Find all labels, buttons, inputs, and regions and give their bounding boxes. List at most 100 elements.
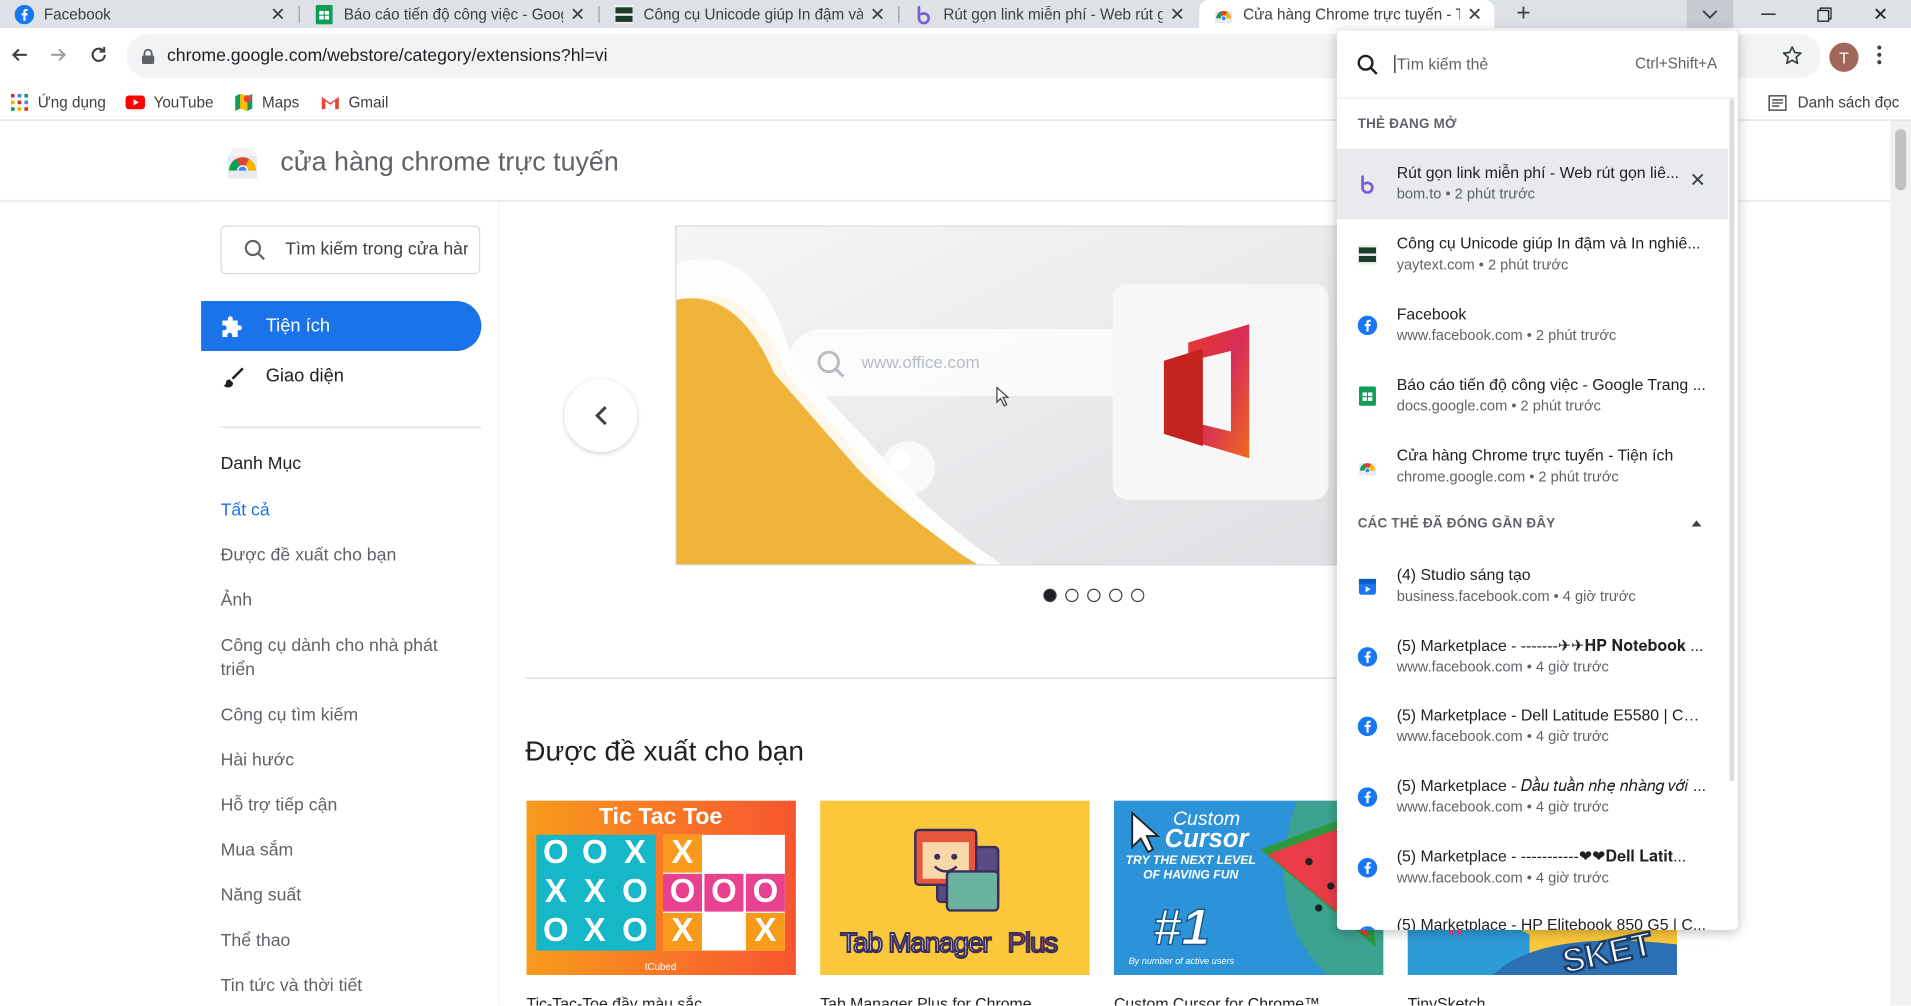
carousel-dot[interactable] [1131, 588, 1145, 603]
new-tab-button[interactable]: + [1511, 0, 1535, 28]
back-button[interactable] [5, 40, 34, 69]
tab-sheets[interactable]: Báo cáo tiến độ công việc - Goog ✕ [300, 0, 597, 28]
carousel-dot[interactable] [1109, 588, 1123, 603]
featured-banner[interactable]: www.office.com [675, 225, 1358, 566]
extension-card-tab-manager[interactable]: Tab Manager Plus [820, 800, 1090, 975]
svg-text:O: O [543, 911, 569, 948]
svg-text:X: X [624, 833, 646, 870]
chevron-left-icon [595, 406, 607, 426]
close-icon[interactable]: ✕ [1465, 3, 1485, 25]
carousel-dot[interactable] [1065, 588, 1079, 603]
bookmark-star-button[interactable] [1782, 45, 1803, 72]
category-item[interactable]: Hài hước [221, 748, 477, 772]
carousel-dots [1043, 588, 1145, 603]
category-item[interactable]: Tất cả [221, 498, 477, 522]
store-title[interactable]: cửa hàng chrome trực tuyến [280, 146, 618, 178]
nav-extensions[interactable]: Tiện ích [201, 301, 482, 351]
facebook-icon [1357, 716, 1378, 737]
category-item[interactable]: Được đề xuất cho bạn [221, 544, 477, 568]
profile-avatar[interactable]: T [1829, 42, 1859, 72]
extension-card-tictactoe[interactable]: Tic Tac Toe OOX XXO OXO XOOOXX tCubed [526, 800, 796, 975]
banner-art: www.office.com [676, 226, 1357, 565]
tab-webstore[interactable]: Cửa hàng Chrome trực tuyến - Ti ✕ [1199, 0, 1495, 29]
store-search-box[interactable] [220, 225, 481, 275]
card-art-title-2: Cursor [1165, 825, 1251, 853]
search-icon [1357, 54, 1378, 75]
close-icon[interactable]: ✕ [568, 3, 588, 25]
reload-icon [91, 46, 106, 62]
open-tab-item[interactable]: Rút gọn link miễn phí - Web rút gọn liê.… [1336, 148, 1729, 220]
tab-search-button[interactable] [1686, 0, 1734, 29]
reload-button[interactable] [84, 40, 113, 69]
svg-text:X: X [584, 911, 606, 948]
category-item[interactable]: Tin tức và thời tiết [221, 974, 477, 998]
scrollbar-thumb[interactable] [1895, 129, 1907, 191]
category-item[interactable]: Công cụ tìm kiếm [221, 703, 477, 727]
close-icon[interactable]: ✕ [1688, 171, 1708, 192]
popup-scrollbar[interactable] [1729, 98, 1735, 782]
menu-button[interactable] [1877, 45, 1882, 71]
close-icon[interactable]: ✕ [268, 3, 288, 25]
category-item[interactable]: Ảnh [221, 589, 477, 613]
bookmark-label: Maps [262, 93, 300, 111]
category-item[interactable]: Hỗ trợ tiếp cận [221, 793, 477, 817]
card-title[interactable]: TinySketch [1408, 995, 1486, 1006]
bookmark-apps[interactable]: Ứng dụng [10, 90, 106, 114]
tab-title: Công cụ Unicode giúp In đậm và [643, 5, 863, 23]
close-icon[interactable]: ✕ [1168, 3, 1188, 25]
carousel-prev-button[interactable] [564, 379, 638, 453]
reading-list-icon [1768, 94, 1787, 111]
page-scrollbar[interactable] [1890, 120, 1911, 1006]
bookmark-youtube[interactable]: YouTube [125, 90, 213, 114]
url-text: chrome.google.com/webstore/category/exte… [166, 46, 608, 66]
collapse-caret-icon[interactable] [1691, 520, 1702, 527]
svg-text:O: O [582, 833, 608, 870]
card-title[interactable]: Tic-Tac-Toe đầy màu sắc [527, 995, 703, 1006]
puzzle-icon [221, 314, 245, 338]
closed-tab-item[interactable]: (5) Marketplace - -------✈✈𝐇𝐏 𝐍𝐨𝐭𝐞𝐛𝐨𝐨𝐤 .… [1337, 622, 1728, 693]
closed-tab-item[interactable]: (5) Marketplace - -----------❤❤𝐃𝐞𝐥𝐥 𝐋𝐚𝐭𝐢… [1337, 832, 1728, 903]
bookmark-maps[interactable]: Maps [234, 90, 299, 114]
tab-bom[interactable]: Rút gọn link miễn phí - Web rút g ✕ [899, 0, 1196, 28]
tab-yaytext[interactable]: Công cụ Unicode giúp In đậm và ✕ [600, 0, 897, 28]
carousel-dot[interactable] [1087, 588, 1101, 603]
tab-search-box[interactable]: Ctrl+Shift+A [1336, 30, 1738, 99]
closed-tab-item[interactable]: (4) Studio sáng tạo business.facebook.co… [1337, 551, 1728, 622]
category-item[interactable]: Mua sắm [221, 839, 477, 863]
open-tab-item[interactable]: Cửa hàng Chrome trực tuyến - Tiện ích ch… [1337, 431, 1728, 502]
minimize-button[interactable] [1740, 0, 1796, 28]
yaytext-icon [614, 4, 634, 24]
nav-themes[interactable]: Giao diện [201, 351, 481, 401]
closed-tab-item[interactable]: (5) Marketplace - HP Elitebook 850 G5 | … [1337, 901, 1728, 930]
open-tab-item[interactable]: Công cụ Unicode giúp In đậm và In nghiê.… [1337, 219, 1728, 290]
apps-grid-icon [10, 93, 30, 113]
closed-tab-item[interactable]: (5) Marketplace - Dell Latitude E5580 | … [1337, 691, 1728, 762]
tab-title: Rút gọn link miễn phí - Web rút g [943, 5, 1163, 23]
bookmark-gmail[interactable]: Gmail [321, 90, 388, 114]
card-title[interactable]: Custom Cursor for Chrome™ [1114, 995, 1320, 1006]
svg-text:O: O [711, 872, 737, 909]
open-tab-item[interactable]: Báo cáo tiến độ công việc - Google Trang… [1337, 361, 1728, 432]
forward-button[interactable] [44, 40, 73, 69]
reading-list-button[interactable]: Danh sách đọc [1765, 88, 1900, 116]
restore-button[interactable] [1796, 0, 1852, 28]
tab-item-subtitle: www.facebook.com • 2 phút trước [1396, 326, 1617, 344]
category-item[interactable]: Năng suất [221, 884, 477, 908]
carousel-dot[interactable] [1043, 588, 1057, 603]
chrome-webstore-logo[interactable] [224, 144, 261, 181]
category-item[interactable]: Công cụ dành cho nhà phát triển [221, 634, 477, 683]
tab-item-title: (5) Marketplace - -------✈✈𝐇𝐏 𝐍𝐨𝐭𝐞𝐛𝐨𝐨𝐤 .… [1396, 636, 1704, 655]
keyboard-shortcut: Ctrl+Shift+A [1635, 54, 1718, 72]
tab-item-title: (5) Marketplace - Dell Latitude E5580 | … [1396, 705, 1707, 724]
store-search-input[interactable] [285, 240, 468, 260]
close-window-button[interactable]: ✕ [1853, 0, 1909, 28]
card-title[interactable]: Tab Manager Plus for Chrome [820, 995, 1031, 1006]
tab-facebook[interactable]: Facebook ✕ [0, 0, 297, 28]
tab-search-input[interactable] [1394, 54, 1614, 74]
category-item[interactable]: Thể thao [221, 929, 477, 953]
close-icon[interactable]: ✕ [868, 3, 888, 25]
lock-icon [141, 48, 155, 64]
yaytext-icon [1357, 244, 1378, 265]
closed-tab-item[interactable]: (5) Marketplace - 𝐷𝑎̂̀𝑢 𝑡𝑢𝑎̂̀𝑛 𝑛ℎ𝑒̣ 𝑛ℎ𝑎̀… [1337, 762, 1728, 833]
open-tab-item[interactable]: Facebook www.facebook.com • 2 phút trước [1337, 290, 1728, 361]
